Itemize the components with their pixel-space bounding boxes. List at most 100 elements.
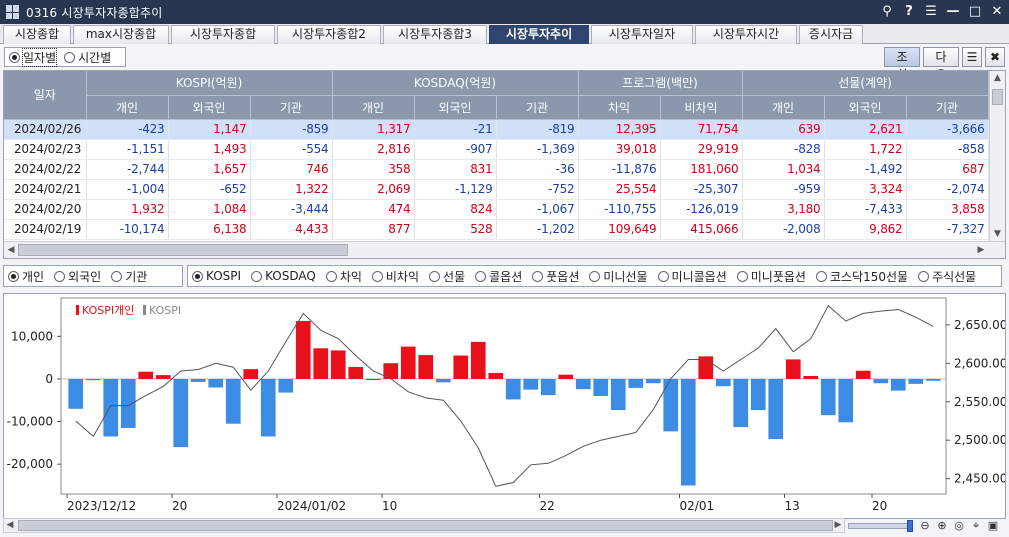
menu-icon[interactable]: ☰ [923,3,939,21]
value-cell: 29,919 [660,139,743,160]
tab-stock-funds[interactable]: 증시자금 [799,25,863,44]
tab-market-summary[interactable]: 시장종합 [3,25,71,44]
tab-market-investor-summary-2[interactable]: 시장투자종합2 [277,25,381,44]
column-header[interactable]: 개인 [742,95,825,120]
table-horizontal-scrollbar[interactable]: ◀ ▶ [4,241,1005,258]
column-header[interactable]: 기관 [250,95,333,120]
column-header[interactable]: 외국인 [824,95,907,120]
date-cell: 2024/02/19 [4,219,87,240]
bar [365,378,381,380]
investor-radio-1[interactable]: 외국인 [54,268,101,285]
market-radio-1[interactable]: KOSDAQ [251,269,316,283]
maximize-icon[interactable]: □ [967,3,983,21]
scroll-left-icon[interactable]: ◀ [4,243,18,257]
toolbar: 일자별 시간별 조회 다음 ☰ ✖ [0,45,1009,82]
market-radio-2[interactable]: 차익 [325,268,362,285]
list-icon[interactable]: ☰ [962,47,982,67]
table-row[interactable]: 2024/02/22 -2,744 1,657 746 358 831 -36 -11,876… [4,159,989,180]
tab-max-market-summary[interactable]: max시장종합 [73,25,169,44]
tab-market-investor-summary-3[interactable]: 시장투자종합3 [383,25,487,44]
column-header[interactable]: 개인 [86,95,169,120]
zoom-in-icon[interactable]: ⊕ [935,519,949,533]
zoom-reset-icon[interactable]: ◎ [952,519,966,533]
column-header[interactable]: 차익 [578,95,661,120]
scroll-thumb[interactable] [18,520,833,531]
bar [330,350,346,379]
value-cell: 746 [250,159,333,180]
investor-radio-group: 개인 외국인 기관 [3,265,183,287]
close-icon[interactable]: ✕ [989,3,1005,21]
tab-market-investor-trend[interactable]: 시장투자추이 [489,25,589,44]
value-cell: -1,129 [414,179,497,200]
column-header[interactable]: 기관 [906,95,989,120]
value-cell: -2,008 [742,219,825,240]
market-radio-0[interactable]: KOSPI [192,269,241,283]
column-header[interactable]: 외국인 [414,95,497,120]
value-cell: -1,369 [496,139,579,160]
bar [85,378,101,381]
bar [540,378,556,396]
column-header[interactable]: 개인 [332,95,415,120]
market-radio-6[interactable]: 풋옵션 [532,268,579,285]
value-cell: -859 [250,119,333,140]
market-radio-3[interactable]: 비차익 [371,268,419,285]
zoom-out-icon[interactable]: ⊖ [918,519,932,533]
help-icon[interactable]: ? [901,3,917,21]
tab-market-investor-summary[interactable]: 시장투자종합 [171,25,275,44]
market-radio-7[interactable]: 미니선물 [589,268,648,285]
x-tick-label: 2024/01/02 [277,499,346,513]
scroll-down-icon[interactable]: ▼ [990,227,1005,241]
table-row[interactable]: 2024/02/23 -1,151 1,493 -554 2,816 -907 -1,369… [4,139,989,160]
value-cell: 1,147 [168,119,251,140]
bar [470,341,486,379]
scroll-right-icon[interactable]: ▶ [832,519,844,532]
date-cell: 2024/02/23 [4,139,87,160]
investor-radio-2[interactable]: 기관 [111,268,147,285]
fullscreen-icon[interactable]: ✖ [985,47,1005,67]
scroll-up-icon[interactable]: ▲ [990,71,1005,85]
zoom-knob[interactable] [907,520,913,532]
table-row[interactable]: 2024/02/26 -423 1,147 -859 1,317 -21 -819 12,39… [4,119,989,140]
value-cell: 1,322 [250,179,333,200]
date-cell: 2024/02/22 [4,159,87,180]
market-radio-10[interactable]: 코스닥150선물 [815,268,908,285]
period-mode-group: 일자별 시간별 [4,47,127,67]
table-row[interactable]: 2024/02/21 -1,004 -652 1,322 2,069 -1,129 -752… [4,179,989,200]
market-radio-4[interactable]: 선물 [429,268,465,285]
y-right-tick-label: 2,450.00 [954,472,1005,486]
query-button[interactable]: 조회 [884,47,920,82]
tab-market-investor-daily[interactable]: 시장투자일자 [591,25,693,44]
date-header[interactable]: 일자 [4,71,87,120]
zoom-slider[interactable] [848,520,913,532]
market-radio-5[interactable]: 콜옵션 [475,268,522,285]
radio-daily[interactable]: 일자별 [9,47,58,67]
chart-canvas: 10,000 0 -10,000 -20,000 2,650.00 2,600.00 2,5… [7,297,1005,513]
tab-market-investor-time[interactable]: 시장투자시간 [695,25,797,44]
investor-radio-0[interactable]: 개인 [8,268,44,285]
column-header[interactable]: 비차익 [660,95,743,120]
bar [260,378,276,437]
next-button[interactable]: 다음 [923,47,959,82]
radio-time[interactable]: 시간별 [64,49,111,66]
chart-scrollbar[interactable]: ◀ ▶ [3,518,845,533]
scroll-thumb[interactable] [992,89,1003,105]
scroll-left-icon[interactable]: ◀ [4,519,16,532]
investor-trend-chart[interactable]: 10,000 0 -10,000 -20,000 2,650.00 2,600.00 2,5… [3,293,1006,519]
column-header[interactable]: 외국인 [168,95,251,120]
bar [593,378,609,396]
settings-icon[interactable]: ▣ [986,519,1000,533]
table-row[interactable]: 2024/02/20 1,932 1,084 -3,444 474 824 -1,067 -1… [4,199,989,220]
bar [908,378,924,384]
pin-icon[interactable]: ⚲ [879,3,895,21]
market-radio-8[interactable]: 미니콜옵션 [657,268,727,285]
table-row[interactable]: 2024/02/19 -10,174 6,138 4,433 877 528 -1,202 1… [4,219,989,240]
scroll-right-icon[interactable]: ▶ [974,243,988,257]
crosshair-icon[interactable]: ⌖ [969,519,983,533]
scroll-thumb[interactable] [18,244,348,256]
market-radio-11[interactable]: 주식선물 [918,268,976,285]
minimize-icon[interactable]: — [945,3,961,21]
table-vertical-scrollbar[interactable]: ▲ ▼ [989,71,1005,241]
column-header[interactable]: 기관 [496,95,579,120]
market-radio-9[interactable]: 미니풋옵션 [736,268,806,285]
chart-options-bar: 개인 외국인 기관 KOSPI KOSDAQ 차익 비차익 선물 콜옵션 풋옵션 미니선물 미니콜옵… [3,265,1006,287]
